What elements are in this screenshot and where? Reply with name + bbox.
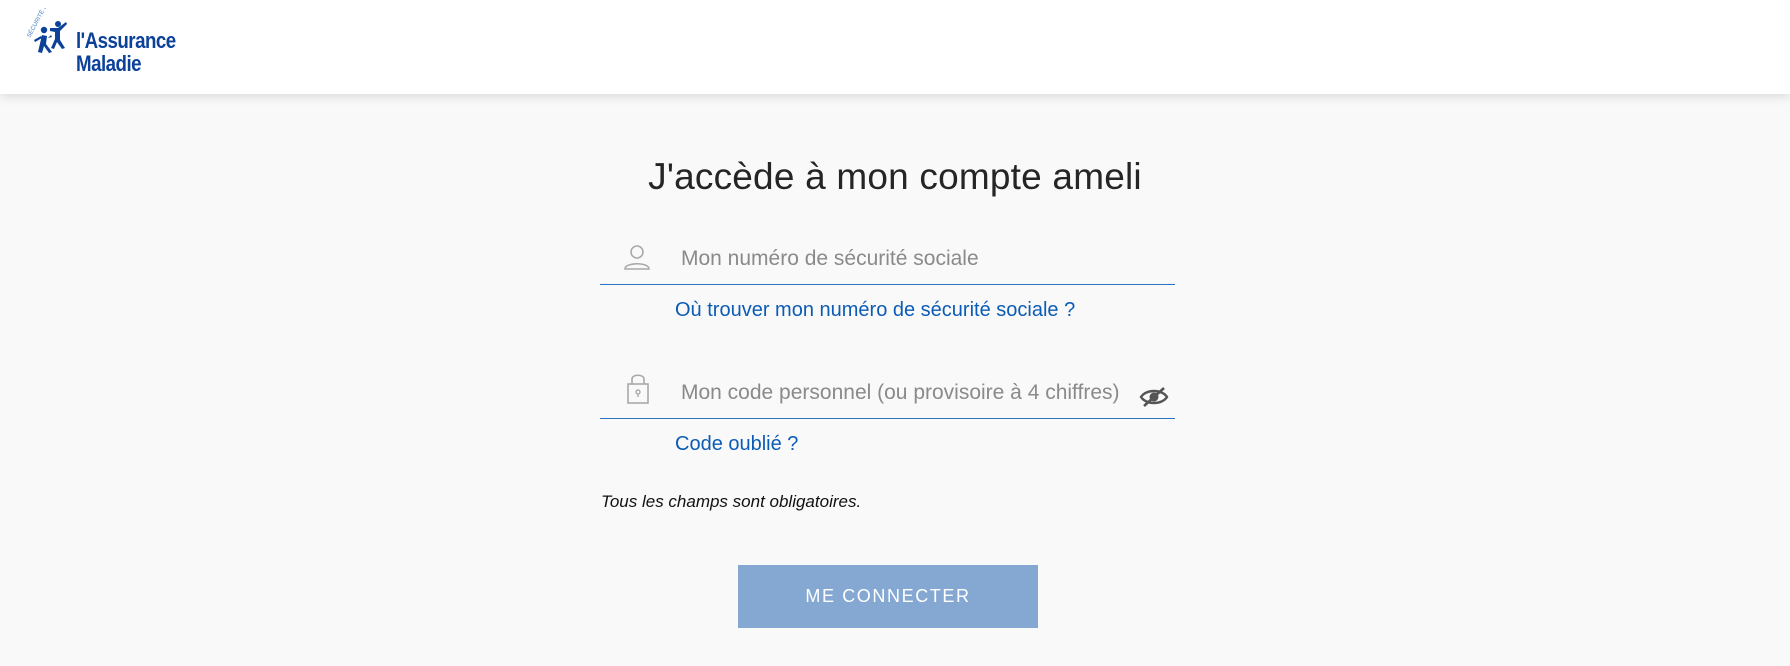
ssn-field[interactable]: Mon numéro de sécurité sociale (600, 232, 1175, 285)
forgot-code-link[interactable]: Code oublié ? (675, 433, 798, 456)
lock-icon (622, 374, 654, 408)
ssn-input[interactable]: Mon numéro de sécurité sociale (681, 247, 979, 271)
logo-name-line1: l'Assurance (76, 28, 176, 53)
code-input[interactable]: Mon code personnel (ou provisoire à 4 ch… (681, 381, 1120, 405)
login-button[interactable]: ME CONNECTER (738, 565, 1038, 628)
svg-text:SÉCURITÉ SOCIALE: SÉCURITÉ SOCIALE (26, 8, 59, 39)
code-field[interactable]: Mon code personnel (ou provisoire à 4 ch… (600, 366, 1175, 419)
user-icon (622, 242, 654, 274)
logo-emblem-icon: SÉCURITÉ SOCIALE (26, 8, 67, 53)
assurance-maladie-logo[interactable]: SÉCURITÉ SOCIALE l'Assurance Maladie (24, 8, 184, 78)
site-header: SÉCURITÉ SOCIALE l'Assurance Maladie (0, 0, 1790, 94)
required-fields-note: Tous les champs sont obligatoires. (601, 492, 862, 511)
logo-name-line2: Maladie (76, 51, 142, 76)
eye-slash-icon[interactable] (1139, 385, 1169, 409)
login-section: J'accède à mon compte ameli Mon numéro d… (0, 94, 1790, 666)
ssn-help-link[interactable]: Où trouver mon numéro de sécurité social… (675, 299, 1075, 322)
logo-wordmark: l'Assurance Maladie (76, 29, 176, 75)
page-title: J'accède à mon compte ameli (648, 156, 1142, 197)
